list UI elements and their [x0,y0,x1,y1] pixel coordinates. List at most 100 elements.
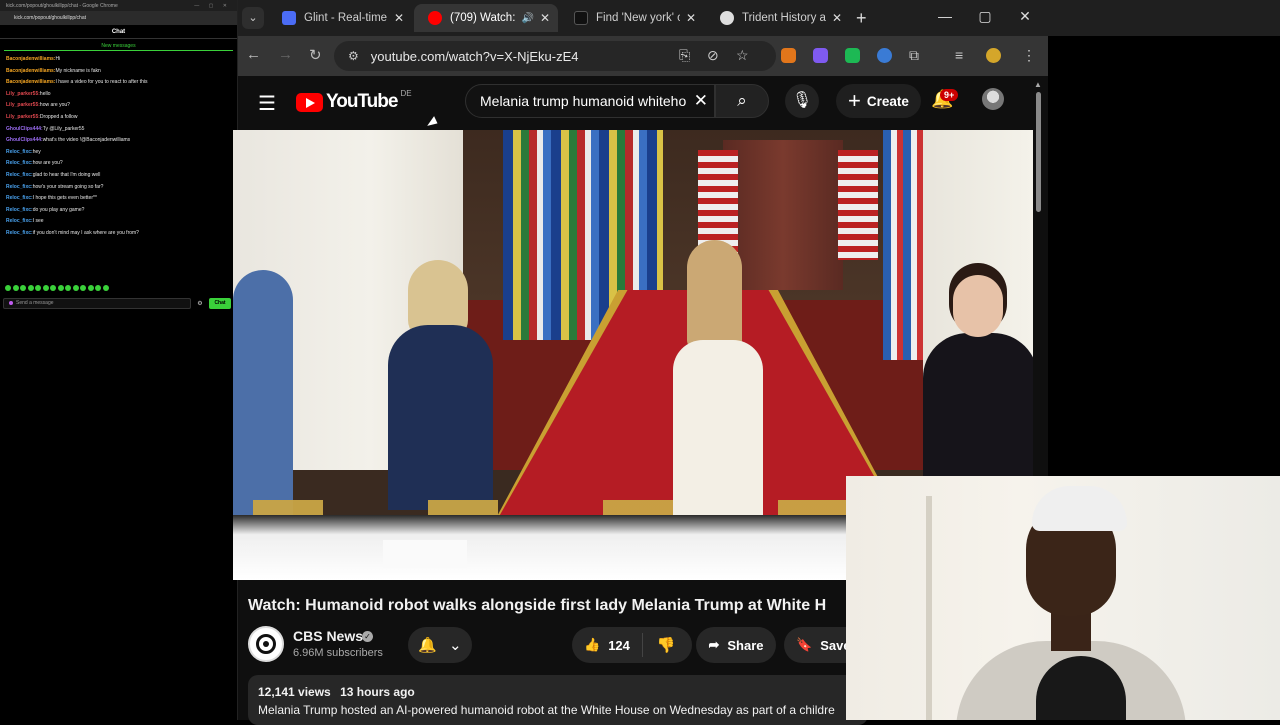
window-controls[interactable]: — ▢ ✕ [194,3,231,9]
clear-search-icon[interactable]: ✕ [694,91,708,111]
emote-icon[interactable] [35,285,41,291]
new-tab-plus-icon[interactable]: + [856,8,867,29]
emote-icon[interactable] [42,285,49,291]
emote-icon[interactable] [80,285,86,291]
share-button[interactable]: ➦ Share [696,627,776,663]
tab-close-icon[interactable]: ✕ [394,11,404,25]
scroll-up-arrow-icon[interactable]: ▲ [1034,80,1042,89]
thumbs-down-icon: 👎 [656,637,676,654]
extension-icon[interactable] [877,48,892,63]
scrollbar-thumb[interactable] [1036,92,1041,212]
emote-icon[interactable] [102,285,109,291]
bookmark-star-icon[interactable]: ☆ [736,47,749,64]
chat-username[interactable]: Lily_parker55: [6,91,40,97]
chat-username[interactable]: Reloc_fixc: [6,218,33,224]
emote-icon[interactable] [95,285,101,291]
tab-search-chevron-icon[interactable]: ⌄ [242,7,264,29]
video-frame-flags [883,130,923,360]
search-input[interactable]: Melania trump humanoid whiteho ✕ [465,84,715,118]
chat-message: Reloc_fixc:hey [6,147,231,159]
metamask-extension-icon[interactable] [781,48,796,63]
microphone-icon[interactable]: 🎙 [785,84,819,118]
chat-message: Reloc_fixc:I hope this gets even better*… [6,193,231,205]
chat-message: Reloc_fixc:how's your stream going so fa… [6,182,231,194]
search-icon[interactable]: ⌕ [715,84,769,118]
chat-username[interactable]: Reloc_fixc: [6,149,33,155]
chat-message-text: glad to hear that I'm doing well [32,171,101,178]
media-controls-icon[interactable]: ≡ [955,47,963,63]
emote-icon[interactable] [12,285,19,291]
create-button[interactable]: + Create [836,84,921,118]
back-arrow-icon[interactable]: ← [246,46,261,63]
chat-message: GhoulClips444:what's the video !@Baconja… [6,135,231,147]
forward-arrow-icon[interactable]: → [278,46,293,63]
extension-icon[interactable] [813,48,828,63]
extension-icon[interactable] [845,48,860,63]
kebab-menu-icon[interactable]: ⋮ [1022,47,1036,64]
tab-youtube-watch[interactable]: (709) Watch: H 🔊 ✕ [414,4,558,32]
chat-message: Reloc_fixc:if you don't mind may I ask w… [6,228,231,240]
eye-slash-icon[interactable]: ⊘ [707,47,719,64]
emote-icon[interactable] [57,285,64,291]
emote-icon[interactable] [5,285,11,291]
chat-window-titlebar: kick.com/popout/ghoulkillpp/chat - Googl… [0,0,237,11]
youtube-logo[interactable]: YouTube DE [296,89,412,113]
close-window-icon[interactable]: ✕ [1015,8,1035,25]
chat-send-button[interactable]: Chat [209,297,231,309]
emote-icon[interactable] [72,285,79,291]
tab-tiktok-find[interactable]: Find 'New york' c ✕ [560,4,704,32]
extensions-puzzle-icon[interactable]: ⧉ [909,47,919,64]
video-frame-us-flag [838,150,878,260]
chat-username[interactable]: GhoulClips444: [6,126,43,132]
chat-username[interactable]: Reloc_fixc: [6,160,33,166]
chat-emote-bar[interactable] [5,285,109,291]
chat-message-input[interactable]: Send a message [3,297,191,309]
subscription-bell-button[interactable]: 🔔 ⌄ [408,627,472,663]
description-box[interactable]: 12,141 views 13 hours ago Melania Trump … [248,675,868,725]
install-app-icon[interactable]: ⎘ [679,47,690,64]
reload-icon[interactable]: ↻ [309,46,322,64]
chat-username[interactable]: Baconjadenwilliams: [6,68,55,74]
webcam-overlay [846,476,1280,720]
tab-close-icon[interactable]: ✕ [540,11,550,25]
chat-username[interactable]: Baconjadenwilliams: [6,56,55,62]
hamburger-menu-icon[interactable]: ☰ [258,91,276,116]
chat-username[interactable]: Reloc_fixc: [6,172,33,178]
bell-icon: 🔔 [418,637,438,654]
speaker-icon[interactable]: 🔊 [521,13,533,24]
chat-username[interactable]: Reloc_fixc: [6,230,33,236]
dislike-button[interactable]: 👎 [643,636,690,654]
emote-icon[interactable] [27,285,34,291]
minimize-icon[interactable]: — [935,8,955,24]
chat-message-text: how are you? [32,160,63,167]
chat-message-text: do you play any game? [32,206,85,213]
chat-username[interactable]: Lily_parker55: [6,114,40,120]
tab-trident-history[interactable]: Trident History an ✕ [706,4,850,32]
chat-username[interactable]: GhoulClips444: [6,137,43,143]
chat-username[interactable]: Reloc_fixc: [6,207,33,213]
chat-settings-icon[interactable]: ⚙ [195,300,205,307]
site-info-icon[interactable]: ⚙ [348,49,359,63]
chat-username[interactable]: Reloc_fixc: [6,195,33,201]
webcam-person-cap [1032,486,1127,531]
tiktok-favicon-icon [574,11,588,25]
tab-close-icon[interactable]: ✕ [832,11,842,25]
chat-username[interactable]: Reloc_fixc: [6,184,33,190]
chat-username[interactable]: Baconjadenwilliams: [6,79,55,85]
cbs-eye-logo-icon[interactable] [248,626,284,662]
channel-name[interactable]: CBS News [293,628,363,644]
emote-icon[interactable] [50,285,56,291]
account-avatar[interactable] [982,88,1004,110]
chat-message-text: Hi [55,56,61,62]
chat-url-bar[interactable]: kick.com/popout/ghoulkillpp/chat [0,11,237,25]
profile-avatar-icon[interactable] [986,48,1001,63]
emote-icon[interactable] [20,285,26,291]
chat-username[interactable]: Lily_parker55: [6,102,40,108]
emote-icon[interactable] [65,285,71,291]
plus-icon: + [848,88,861,113]
tab-glint[interactable]: Glint - Real-time I ✕ [268,4,412,32]
maximize-icon[interactable]: ▢ [975,8,995,25]
tab-close-icon[interactable]: ✕ [686,11,696,25]
like-button[interactable]: 👍 124 [572,633,643,657]
emote-icon[interactable] [87,285,94,291]
